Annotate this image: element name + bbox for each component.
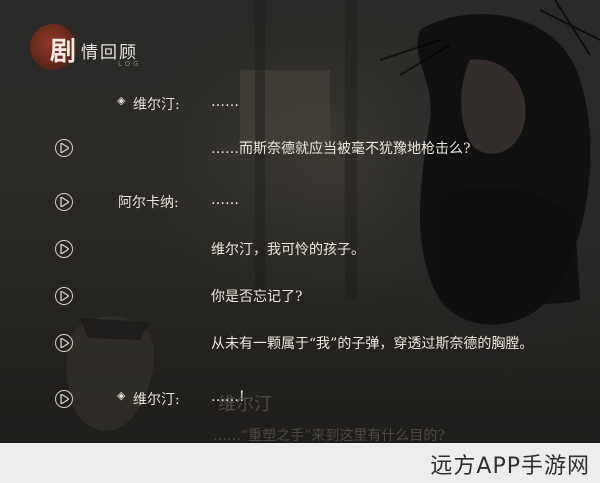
header-title-first: 剧: [50, 37, 78, 67]
log-entry: 维尔汀，我可怜的孩子。: [0, 237, 600, 265]
voice-play-button[interactable]: [55, 334, 73, 352]
play-icon: [60, 394, 69, 404]
dialogue-text: 从未有一颗属于“我”的子弹，穿透过斯奈德的胸膛。: [211, 336, 534, 352]
speaker-name: 维尔汀:: [133, 392, 180, 408]
speaker-name: 阿尔卡纳:: [118, 195, 179, 211]
watermark-bar: 远方APP手游网: [0, 443, 600, 483]
dialogue-text: 维尔汀，我可怜的孩子。: [211, 242, 365, 258]
story-log-panel: 剧 情回顾 LOG ◈ 维尔汀: …… ……而斯奈德就应当被毫不犹豫地枪击么? …: [0, 0, 600, 443]
play-icon: [60, 291, 69, 301]
voice-play-button[interactable]: [55, 390, 73, 408]
log-entry: ◈ 维尔汀: ……!: [0, 387, 600, 415]
header-subtitle: LOG: [118, 60, 142, 68]
log-entry: ……而斯奈德就应当被毫不犹豫地枪击么?: [0, 136, 600, 164]
log-entry: 从未有一颗属于“我”的子弹，穿透过斯奈德的胸膛。: [0, 331, 600, 359]
voice-play-button[interactable]: [55, 139, 73, 157]
speaker-name: 维尔汀:: [133, 97, 180, 113]
dialogue-text: 你是否忘记了?: [211, 289, 303, 305]
log-entry: 阿尔卡纳: ……: [0, 190, 600, 218]
story-log-header: 剧 情回顾 LOG: [30, 24, 230, 72]
dialogue-text: ……: [211, 94, 239, 110]
dialogue-text: ……而斯奈德就应当被毫不犹豫地枪击么?: [211, 141, 471, 157]
speaker-marker-icon: ◈: [117, 389, 126, 402]
play-icon: [60, 197, 69, 207]
faded-dialogue-text: ……“重塑之手”来到这里有什么目的?: [213, 428, 445, 443]
log-entry: ◈ 维尔汀: ……: [0, 92, 600, 120]
voice-play-button[interactable]: [55, 287, 73, 305]
play-icon: [60, 143, 69, 153]
log-entry: 你是否忘记了?: [0, 284, 600, 312]
play-icon: [60, 244, 69, 254]
watermark-text: 远方APP手游网: [430, 454, 590, 479]
voice-play-button[interactable]: [55, 240, 73, 258]
play-icon: [60, 338, 69, 348]
voice-play-button[interactable]: [55, 193, 73, 211]
dialogue-text: ……: [211, 192, 239, 208]
speaker-marker-icon: ◈: [117, 94, 126, 107]
faded-speaker-name: 维尔汀: [218, 394, 272, 415]
